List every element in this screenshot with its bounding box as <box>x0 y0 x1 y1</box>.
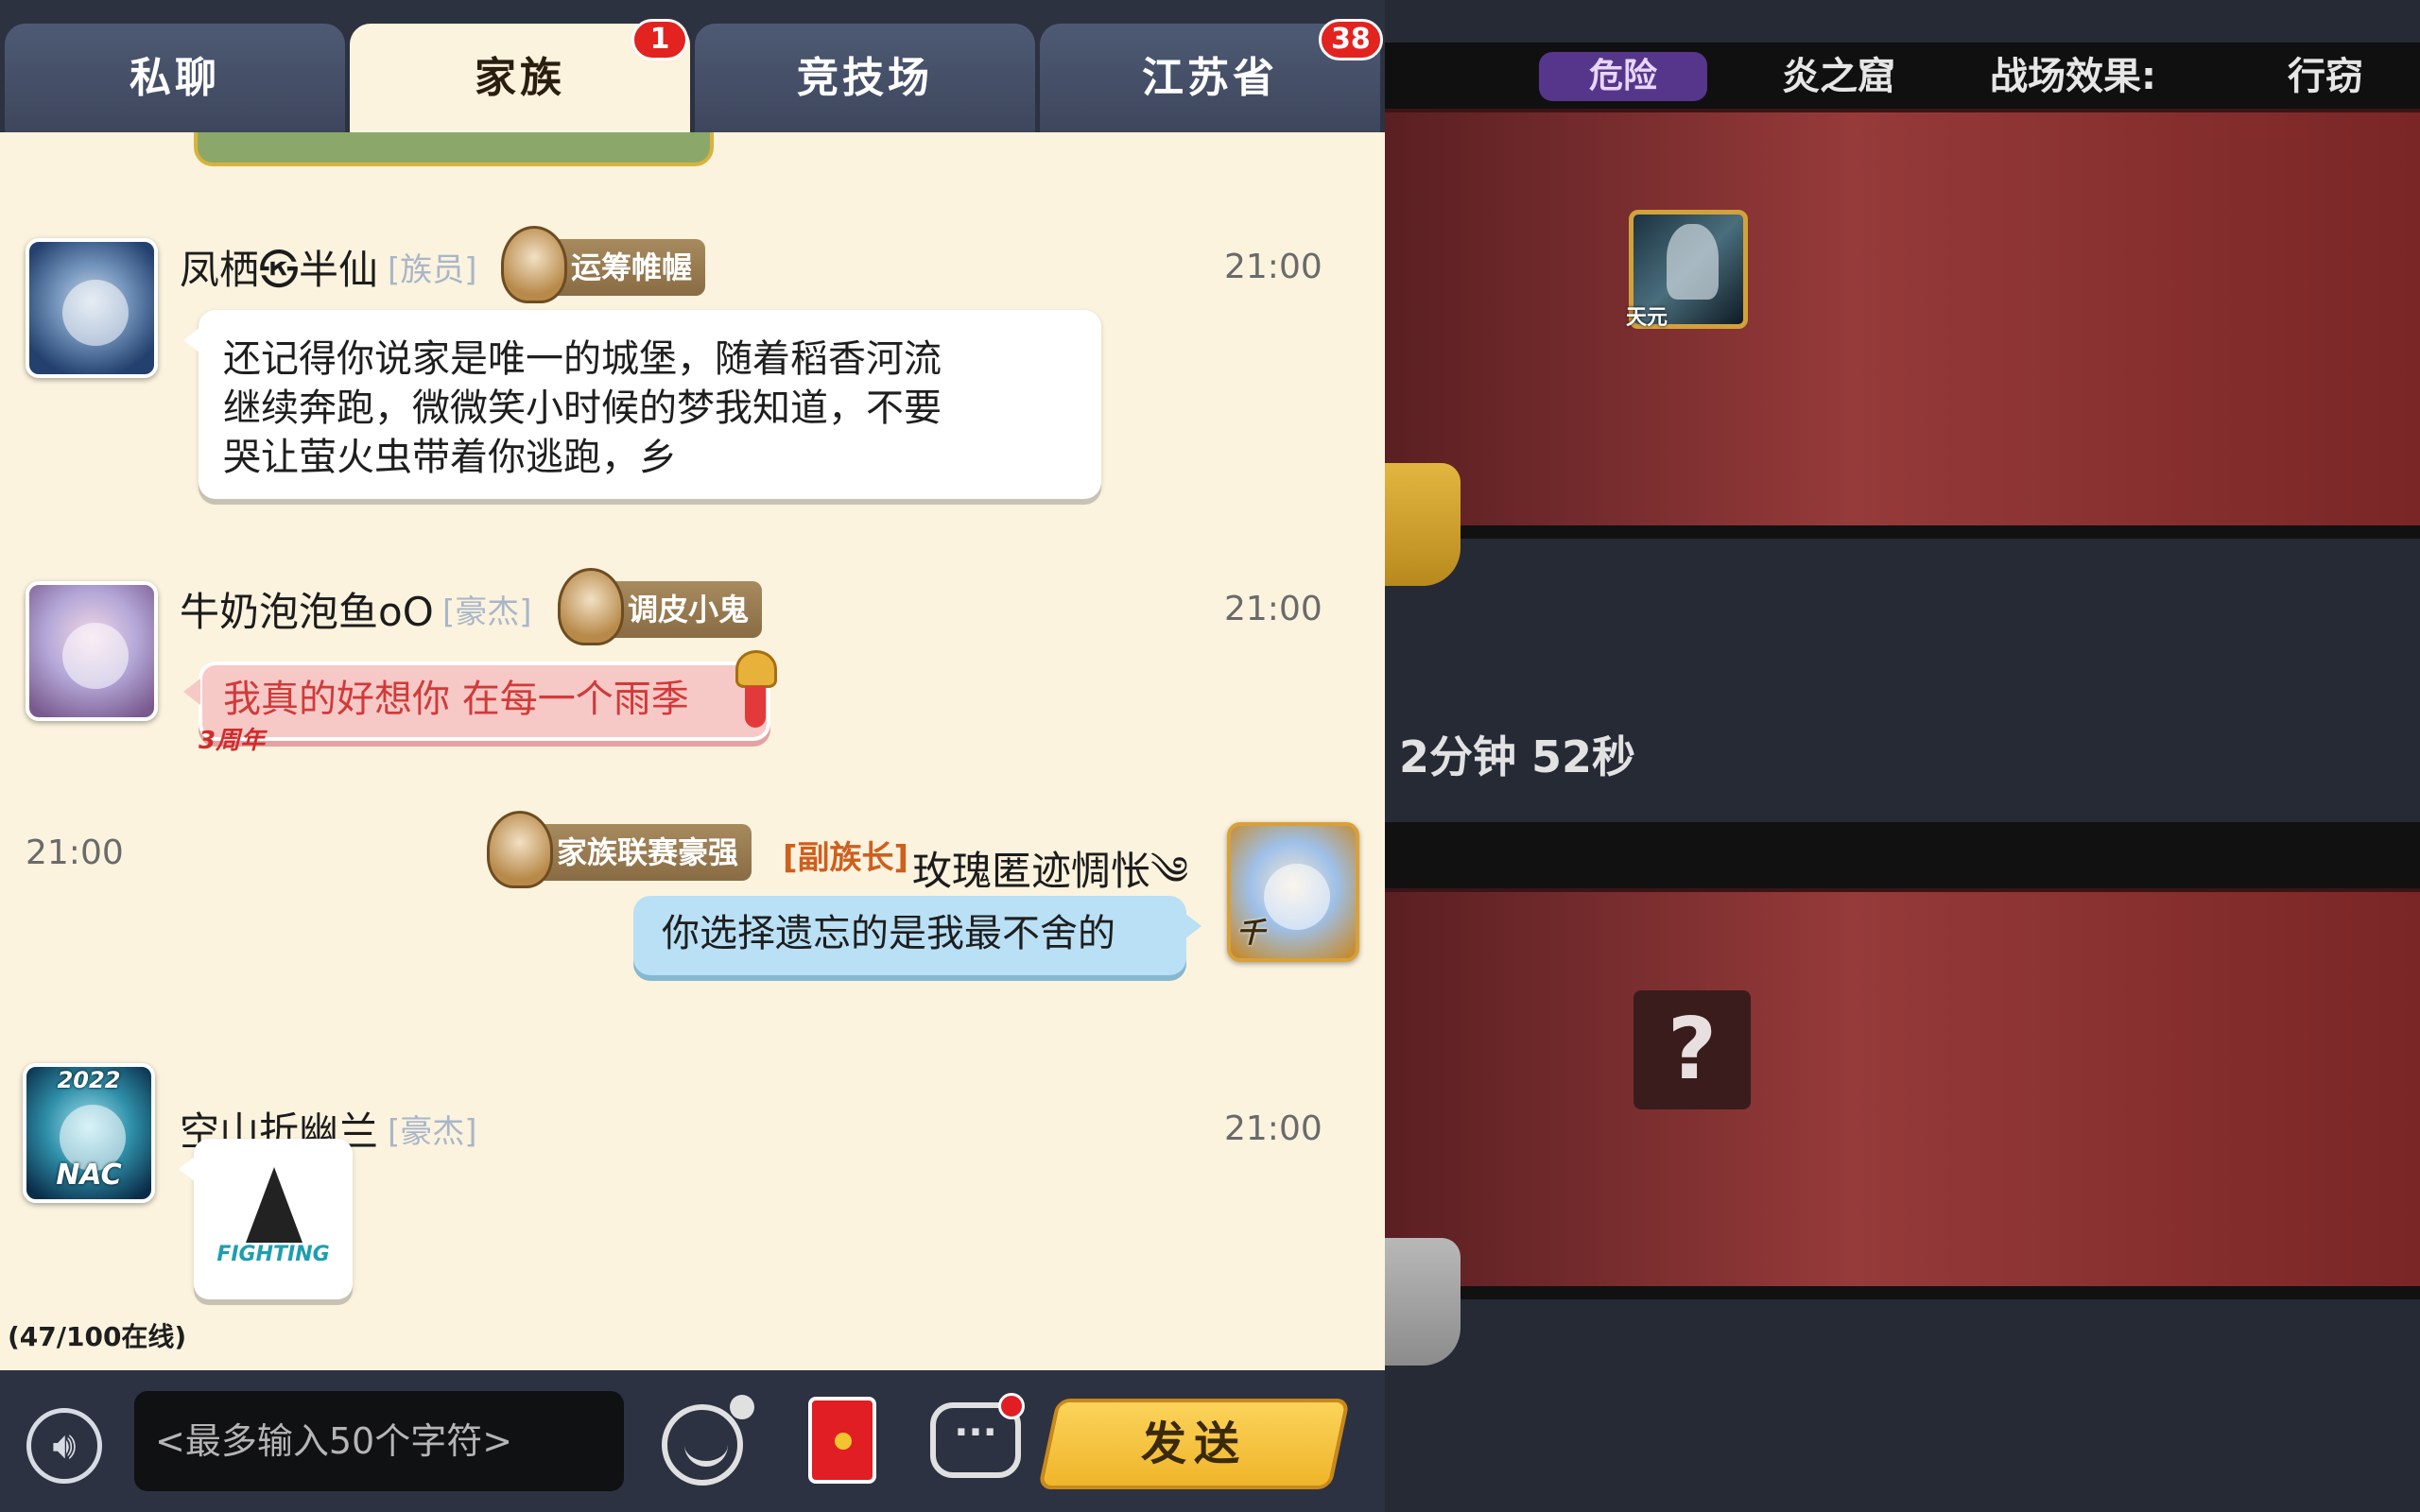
sender-name: 牛奶泡泡鱼oO <box>180 589 434 635</box>
game-view: 危险 炎之窟 战场效果: 行窃 天元 2分钟 52秒 ? ✓ <box>1385 0 2420 1512</box>
message-time: 21:00 <box>1224 1109 1322 1148</box>
sword-emblem-icon <box>501 226 567 303</box>
emoji-button[interactable] <box>662 1395 754 1486</box>
message-bubble[interactable]: 还记得你说家是唯一的城堡，随着稻香河流 继续奔跑，微微笑小时候的梦我知道，不要 … <box>183 310 1101 499</box>
title-badge-label: 调皮小鬼 <box>628 592 750 627</box>
message-line: 还记得你说家是唯一的城堡，随着稻香河流 <box>223 337 942 381</box>
notification-dot <box>998 1393 1025 1419</box>
gray-side-tab[interactable] <box>1385 1238 1461 1366</box>
message-time: 21:00 <box>1224 248 1322 286</box>
sender-name: 凤栖㉿半仙 <box>180 247 379 293</box>
ghost-emblem-icon <box>558 568 624 645</box>
countdown-timer: 2分钟 52秒 <box>1399 731 1636 782</box>
hero-tag: 天元 <box>1626 306 1668 330</box>
sticker-message[interactable]: FIGHTING <box>179 1139 353 1299</box>
title-badge: 调皮小鬼 <box>558 568 763 645</box>
member-rank: [豪杰] <box>442 593 532 631</box>
send-label: 发送 <box>1140 1418 1247 1470</box>
message-time: 21:00 <box>26 833 124 872</box>
avatar[interactable]: 千 <box>1227 822 1359 962</box>
divider-band <box>1385 822 2420 890</box>
province-unread-badge: 38 <box>1319 19 1383 60</box>
previous-message-banner <box>194 132 714 166</box>
avatar[interactable] <box>26 581 158 721</box>
send-button[interactable]: 发送 <box>1037 1399 1351 1489</box>
message-bubble[interactable]: 我真的好想你 在每一个雨季 <box>183 662 770 741</box>
title-badge: 家族联赛豪强 <box>487 811 752 888</box>
family-unread-badge: 1 <box>631 19 688 60</box>
message-bubble[interactable]: 你选择遗忘的是我最不舍的 <box>633 896 1201 975</box>
title-badge: 运筹帷幄 <box>501 226 706 303</box>
battlefield-effect-label: 战场效果: <box>1990 55 2156 98</box>
message-list[interactable]: 凤栖㉿半仙 [族员] 运筹帷幄 21:00 还记得你说家是唯一的城堡，随着稻香河… <box>0 132 1385 1370</box>
screen: 危险 炎之窟 战场效果: 行窃 天元 2分钟 52秒 ? ✓ 私聊 家族 1 竞… <box>0 0 2420 1512</box>
sticker-text: FIGHTING <box>216 1243 330 1266</box>
member-rank: [副族长] <box>783 839 909 877</box>
avatar-tag: NAC <box>56 1159 122 1192</box>
opponent-panel <box>1385 109 2420 539</box>
bell-icon <box>728 643 785 728</box>
message-line: 继续奔跑，微微笑小时候的梦我知道，不要 <box>223 387 942 430</box>
message-text: 我真的好想你 在每一个雨季 <box>223 678 689 721</box>
praying-hands-icon <box>246 1167 302 1243</box>
compass-emblem-icon <box>487 811 553 888</box>
online-count: (47/100在线) <box>8 1321 187 1352</box>
stage-name: 炎之窟 <box>1782 55 1895 98</box>
voice-icon: 🔊︎ <box>52 1424 77 1468</box>
chat-panel: 私聊 家族 1 竞技场 江苏省 38 凤栖㉿半仙 [族员] 运筹帷幄 21:00… <box>0 0 1385 1512</box>
member-rank: [族员] <box>388 251 477 289</box>
gold-side-tab[interactable] <box>1385 463 1461 586</box>
voice-button[interactable]: 🔊︎ <box>26 1408 102 1484</box>
player-panel <box>1385 888 2420 1299</box>
message-text: 你选择遗忘的是我最不舍的 <box>662 912 1115 955</box>
title-badge-label: 家族联赛豪强 <box>557 834 739 870</box>
tab-arena[interactable]: 竞技场 <box>695 24 1035 132</box>
tab-private[interactable]: 私聊 <box>5 24 345 132</box>
danger-tag: 危险 <box>1539 52 1707 101</box>
anniversary-tag: 3周年 <box>199 727 266 755</box>
mystery-card[interactable]: ? <box>1634 990 1751 1109</box>
battlefield-effect-value: 行窃 <box>2288 55 2363 98</box>
avatar-year: 2022 <box>57 1067 121 1093</box>
red-packet-button[interactable] <box>808 1397 876 1484</box>
avatar[interactable]: 2022 NAC <box>23 1063 155 1203</box>
title-badge-label: 运筹帷幄 <box>571 249 693 285</box>
anime-girl-icon <box>62 623 129 689</box>
message-input[interactable] <box>134 1391 624 1491</box>
input-bar: 🔊︎ ··· 发送 <box>0 1370 1385 1512</box>
skull-icon <box>62 280 129 346</box>
message-line: 哭让萤火虫带着你逃跑，乡 <box>223 436 677 479</box>
avatar-tag: 千 <box>1236 917 1265 950</box>
avatar[interactable] <box>26 238 158 378</box>
member-rank: [豪杰] <box>388 1113 477 1151</box>
battle-info-bar: 危险 炎之窟 战场效果: 行窃 <box>1385 43 2420 109</box>
message-time: 21:00 <box>1224 590 1322 628</box>
chat-tabs: 私聊 家族 1 竞技场 江苏省 38 <box>0 0 1385 132</box>
